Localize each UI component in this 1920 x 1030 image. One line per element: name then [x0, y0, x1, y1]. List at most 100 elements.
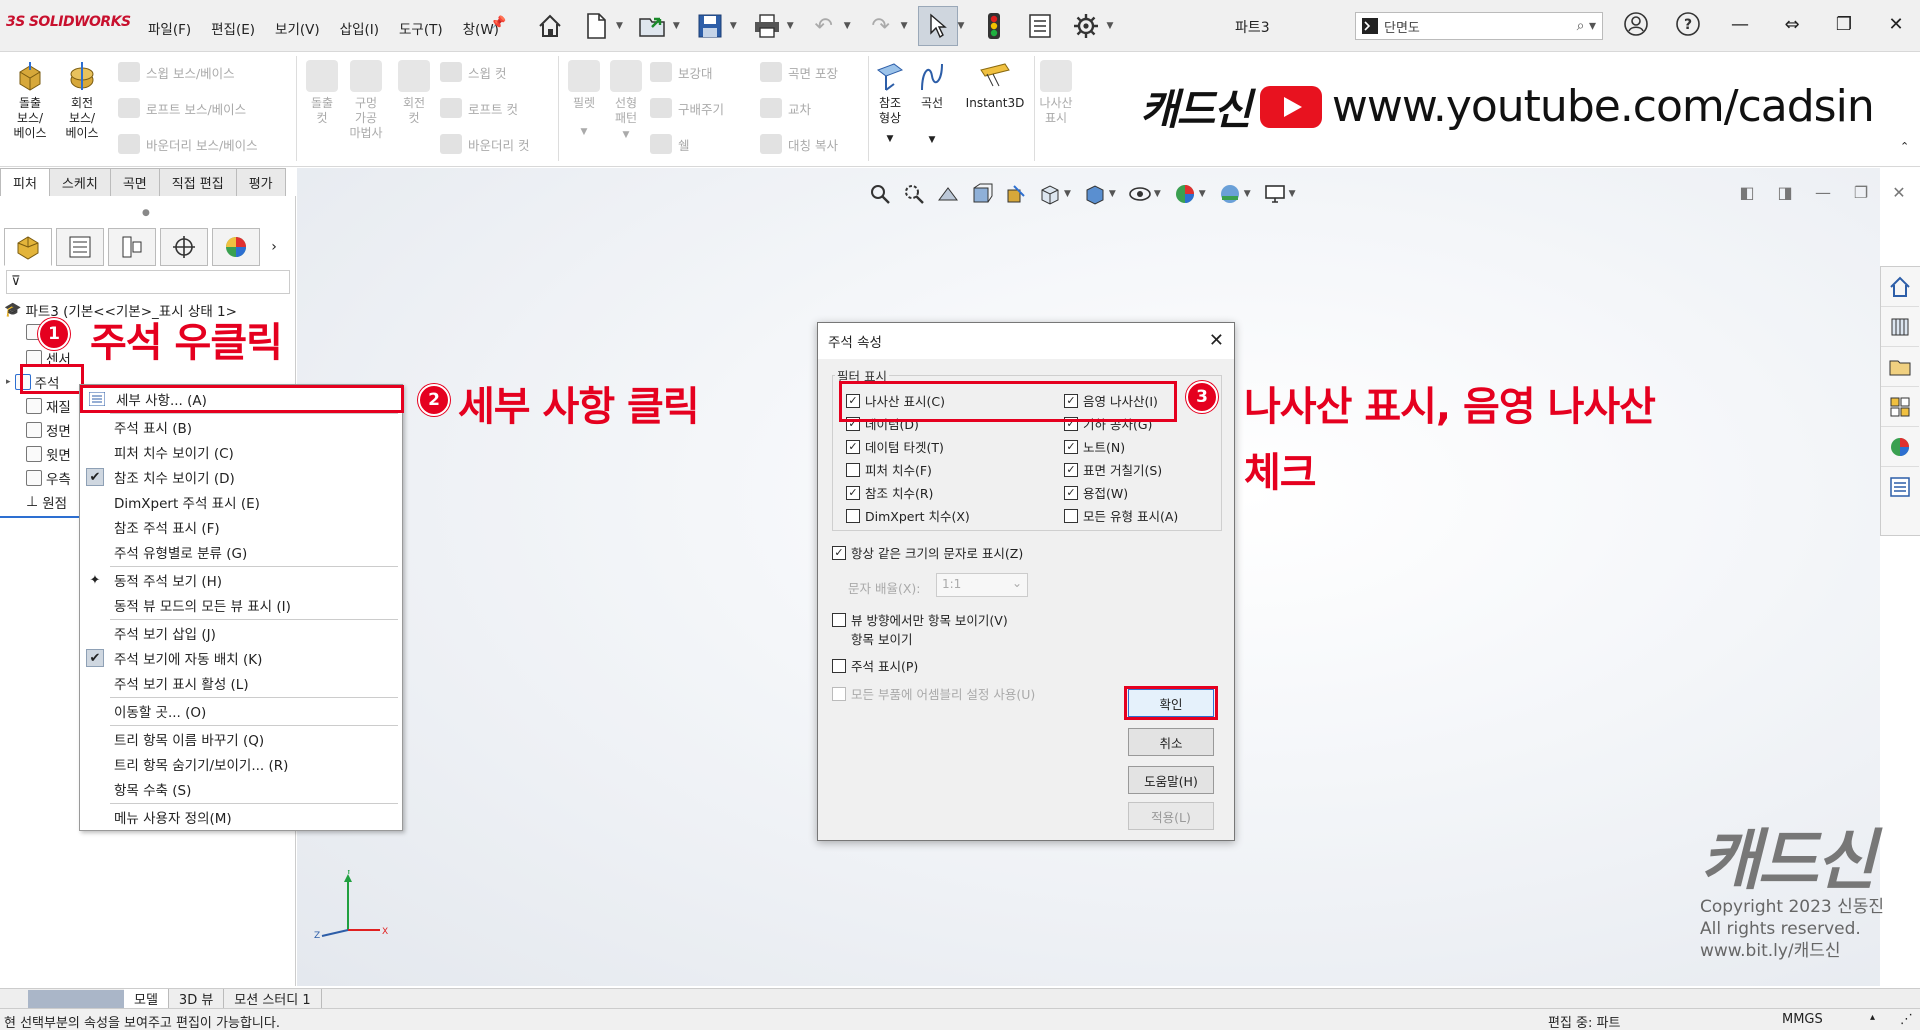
sweep-cut-button[interactable]: 스윕 컷: [440, 60, 506, 84]
panel-grip-icon[interactable]: ●: [142, 208, 150, 218]
file-properties-icon[interactable]: [1020, 6, 1060, 46]
close-icon[interactable]: ✕: [1887, 180, 1911, 204]
tree-item-top-plane[interactable]: 윗면: [26, 444, 71, 464]
status-units[interactable]: MMGS: [1782, 1012, 1823, 1027]
menu-item-collapse[interactable]: 항목 수축 (S): [80, 777, 402, 801]
tree-filter-input[interactable]: ⊽: [6, 270, 290, 294]
draft-button[interactable]: 구배주기: [650, 96, 724, 120]
menu-item-details[interactable]: 세부 사항... (A): [80, 385, 404, 413]
chevron-down-icon[interactable]: ▼: [958, 21, 965, 31]
rebuild-traffic-light-icon[interactable]: [974, 6, 1014, 46]
property-manager-tab-icon[interactable]: [56, 228, 104, 266]
apply-scene-icon[interactable]: [1216, 180, 1244, 208]
tree-item-front-plane[interactable]: 정면: [26, 420, 71, 440]
menu-item-group-by-type[interactable]: 주석 유형별로 분류 (G): [80, 540, 402, 564]
sweep-boss-button[interactable]: 스윕 보스/베이스: [118, 60, 235, 84]
section-view-icon[interactable]: [968, 180, 996, 208]
boundary-cut-button[interactable]: 바운더리 컷: [440, 132, 529, 156]
tab-model[interactable]: 모델: [124, 988, 169, 1009]
select-cursor-icon[interactable]: [917, 6, 958, 46]
view-settings-icon[interactable]: [1261, 180, 1289, 208]
save-icon[interactable]: [690, 6, 730, 46]
linear-pattern-button[interactable]: 선형 패턴 ▼: [604, 60, 648, 143]
tab-scroll-arrows[interactable]: [28, 989, 124, 1008]
new-document-icon[interactable]: [576, 6, 616, 46]
chevron-down-icon[interactable]: ▼: [1244, 189, 1251, 199]
chevron-down-icon[interactable]: ▼: [1154, 189, 1161, 199]
revolve-cut-button[interactable]: 회전 컷: [392, 60, 436, 126]
menu-item-activate-display[interactable]: 주석 보기 표시 활성 (L): [80, 671, 402, 695]
loft-cut-button[interactable]: 로프트 컷: [440, 96, 518, 120]
chevron-down-icon[interactable]: ▼: [616, 21, 623, 31]
tab-sketch[interactable]: 스케치: [48, 168, 111, 196]
menu-insert[interactable]: 삽입(I): [330, 18, 389, 38]
search-input[interactable]: 단면도 ⌕ ▾: [1355, 12, 1603, 40]
check-assembly-settings[interactable]: 모든 부품에 어셈블리 설정 사용(U): [832, 684, 1035, 703]
search-icon[interactable]: ⌕ ▾: [1577, 18, 1596, 34]
rib-button[interactable]: 보강대: [650, 60, 713, 84]
chevron-down-icon[interactable]: ▼: [562, 125, 606, 140]
chevron-down-icon[interactable]: ▼: [910, 133, 954, 148]
chevron-down-icon[interactable]: ▼: [1109, 189, 1116, 199]
mirror-button[interactable]: 대칭 복사: [760, 132, 838, 156]
check-welds[interactable]: ✓ 용접(W): [1064, 483, 1128, 502]
menu-item-show-annotations[interactable]: 주석 표시 (B): [80, 415, 402, 439]
check-ref-dims[interactable]: ✓ 참조 치수(R): [846, 483, 933, 502]
solidworks-logo[interactable]: 3S SOLIDWORKS: [6, 14, 131, 30]
print-icon[interactable]: [747, 6, 787, 46]
apply-button[interactable]: 적용(L): [1128, 802, 1214, 830]
menu-item-show-all-views[interactable]: 동적 뷰 모드의 모든 뷰 표시 (I): [80, 593, 402, 617]
edit-appearance-icon[interactable]: [1171, 180, 1199, 208]
appearances-icon[interactable]: [1881, 427, 1919, 467]
user-account-icon[interactable]: [1620, 8, 1652, 40]
check-feature-dims[interactable]: 피처 치수(F): [846, 460, 932, 479]
view-palette-icon[interactable]: [1881, 387, 1919, 427]
minimize-icon[interactable]: —: [1811, 180, 1835, 204]
open-icon[interactable]: [633, 6, 673, 46]
restore-icon[interactable]: ❐: [1828, 8, 1860, 40]
extrude-cut-button[interactable]: 돌출 컷: [300, 60, 344, 126]
reference-geometry-button[interactable]: 참조 형상 ▼: [868, 60, 912, 147]
zoom-to-area-icon[interactable]: [900, 180, 928, 208]
undo-icon[interactable]: ↶: [804, 6, 844, 46]
resize-icon[interactable]: ⇔: [1776, 8, 1808, 40]
check-display-annotations[interactable]: 주석 표시(P): [832, 656, 918, 675]
view-orientation-icon[interactable]: [1036, 180, 1064, 208]
check-dimxpert-dims[interactable]: DimXpert 치수(X): [846, 506, 970, 525]
hide-show-items-icon[interactable]: [1126, 180, 1154, 208]
help-button[interactable]: 도움말(H): [1128, 766, 1214, 794]
dynamic-annotation-view-icon[interactable]: [1002, 180, 1030, 208]
tab-features[interactable]: 피처: [0, 168, 50, 196]
menu-item-rename[interactable]: 트리 항목 이름 바꾸기 (Q): [80, 727, 402, 751]
tab-surfaces[interactable]: 곡면: [109, 168, 160, 196]
extrude-boss-button[interactable]: 돌출 보스/ 베이스: [8, 60, 52, 141]
fillet-button[interactable]: 필렛 ▼: [562, 60, 606, 140]
chevron-down-icon[interactable]: ▼: [1106, 21, 1113, 31]
menu-item-show-dimxpert[interactable]: DimXpert 주석 표시 (E): [80, 490, 402, 514]
check-notes[interactable]: ✓ 노트(N): [1064, 437, 1125, 456]
zoom-to-fit-icon[interactable]: [866, 180, 894, 208]
check-same-size-text[interactable]: ✓ 항상 같은 크기의 문자로 표시(Z): [832, 543, 1023, 562]
chevron-up-icon[interactable]: ▴: [1870, 1012, 1875, 1023]
chevron-down-icon[interactable]: ▼: [901, 21, 908, 31]
configuration-manager-tab-icon[interactable]: [108, 228, 156, 266]
cancel-button[interactable]: 취소: [1128, 728, 1214, 756]
design-library-icon[interactable]: [1881, 307, 1919, 347]
loft-boss-button[interactable]: 로프트 보스/베이스: [118, 96, 246, 120]
tab-evaluate[interactable]: 평가: [235, 168, 286, 196]
home-icon[interactable]: [530, 6, 570, 46]
check-surface-finish[interactable]: ✓ 표면 거칠기(S): [1064, 460, 1162, 479]
chevron-down-icon[interactable]: ▼: [787, 21, 794, 31]
menu-item-show-feature-dims[interactable]: 피처 치수 보이기 (C): [80, 440, 402, 464]
chevron-down-icon[interactable]: ▼: [604, 128, 648, 143]
menu-item-insert-annotation-view[interactable]: 주석 보기 삽입 (J): [80, 621, 402, 645]
boundary-boss-button[interactable]: 바운더리 보스/베이스: [118, 132, 258, 156]
menu-item-auto-place[interactable]: ✔ 주석 보기에 자동 배치 (K): [80, 646, 402, 670]
menu-item-show-ref-annotations[interactable]: 참조 주석 표시 (F): [80, 515, 402, 539]
menu-tools[interactable]: 도구(T): [389, 18, 453, 38]
menu-item-hide-show[interactable]: 트리 항목 숨기기/보이기... (R): [80, 752, 402, 776]
dimxpert-manager-tab-icon[interactable]: [160, 228, 208, 266]
pin-icon[interactable]: 📌: [490, 16, 506, 31]
solidworks-resources-icon[interactable]: [1881, 267, 1919, 307]
chevron-down-icon[interactable]: ▼: [1064, 189, 1071, 199]
